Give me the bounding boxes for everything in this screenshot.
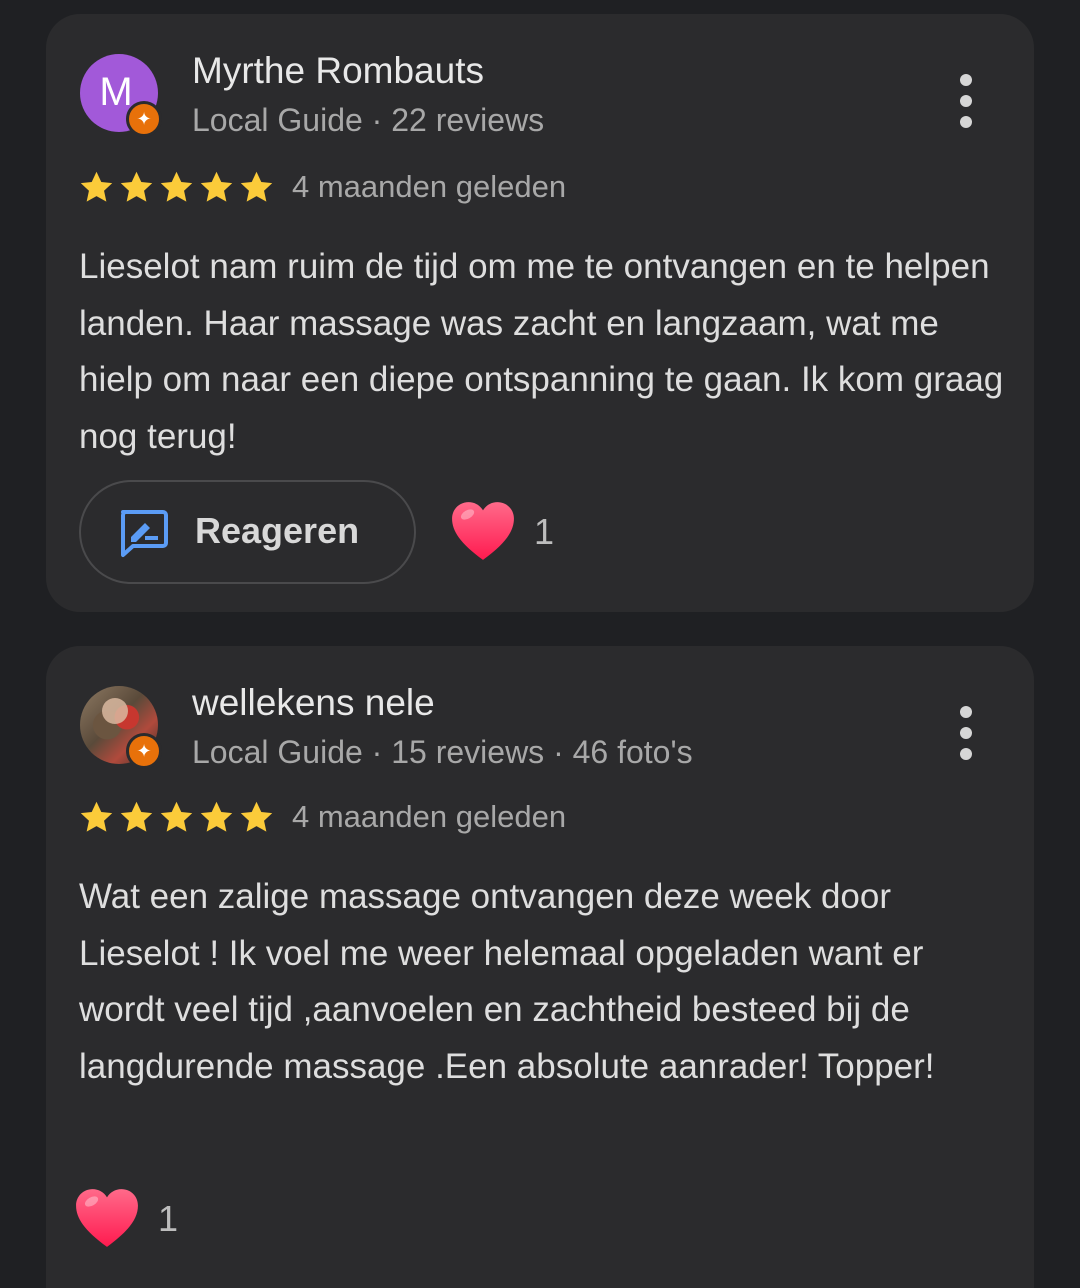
more-vert-icon-dot — [960, 748, 972, 760]
heart-icon[interactable] — [450, 500, 516, 562]
review-card: ✦ wellekens nele Local Guide · 15 review… — [46, 646, 1034, 1288]
local-guide-badge-icon: ✦ — [126, 101, 162, 137]
star-icon — [160, 171, 193, 202]
like-count: 1 — [158, 1198, 179, 1239]
more-vert-icon-dot — [960, 727, 972, 739]
author-meta[interactable]: Local Guide · 22 reviews — [192, 102, 544, 139]
review-time: 4 maanden geleden — [292, 169, 567, 204]
reply-icon — [121, 510, 168, 557]
local-guide-badge-icon: ✦ — [126, 733, 162, 769]
review-text: Lieselot nam ruim de tijd om me te ontva… — [79, 247, 1004, 456]
more-options-button[interactable] — [946, 702, 986, 764]
star-icon — [80, 801, 113, 832]
like-count: 1 — [534, 511, 555, 552]
star-icon — [120, 801, 153, 832]
more-vert-icon-dot — [960, 116, 972, 128]
author-name[interactable]: Myrthe Rombauts — [192, 50, 484, 92]
author-meta[interactable]: Local Guide · 15 reviews · 46 foto's — [192, 734, 693, 771]
more-vert-icon — [960, 706, 972, 718]
star-icon — [200, 801, 233, 832]
review-card: M ✦ Myrthe Rombauts Local Guide · 22 rev… — [46, 14, 1034, 612]
star-icon — [200, 171, 233, 202]
more-options-button[interactable] — [946, 70, 986, 132]
star-icon — [240, 171, 273, 202]
more-vert-icon — [960, 74, 972, 86]
reply-button[interactable]: Reageren — [79, 480, 416, 584]
star-icon — [80, 171, 113, 202]
star-icon — [160, 801, 193, 832]
star-icon — [240, 801, 273, 832]
reply-label: Reageren — [195, 510, 360, 551]
review-time: 4 maanden geleden — [292, 799, 567, 834]
star-rating — [78, 169, 275, 206]
star-rating — [78, 799, 275, 836]
author-name[interactable]: wellekens nele — [192, 682, 435, 724]
more-vert-icon-dot — [960, 95, 972, 107]
star-icon — [120, 171, 153, 202]
heart-icon[interactable] — [74, 1187, 140, 1249]
avatar-letter: M — [99, 69, 133, 114]
review-text: Wat een zalige massage ontvangen deze we… — [79, 877, 935, 1086]
